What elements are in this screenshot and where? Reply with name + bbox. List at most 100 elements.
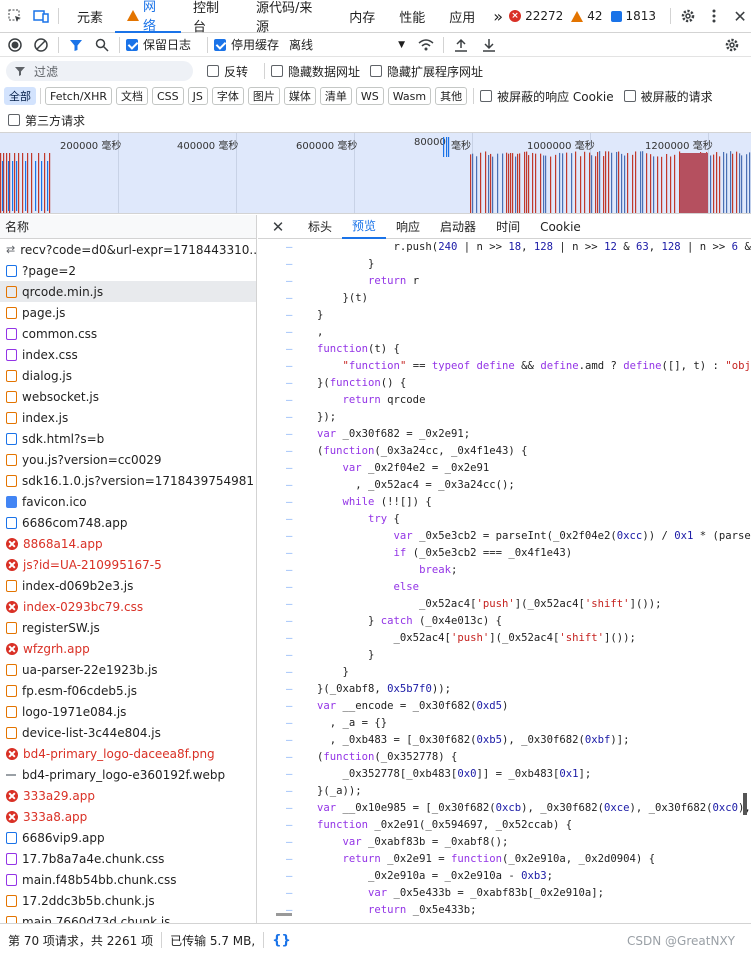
request-row[interactable]: index.js	[0, 407, 256, 428]
clear-icon[interactable]	[30, 34, 52, 56]
filter-icon[interactable]	[65, 34, 87, 56]
request-row[interactable]: ⇄ recv?code=d0&url-expr=1718443310...	[0, 239, 256, 260]
request-row[interactable]: 333a29.app	[0, 785, 256, 806]
tab-performance[interactable]: 性能	[387, 0, 437, 33]
request-row[interactable]: index-0293bc79.css	[0, 596, 256, 617]
request-row[interactable]: websocket.js	[0, 386, 256, 407]
request-row[interactable]: main.7660d73d.chunk.js	[0, 911, 256, 923]
response-preview-code[interactable]: – r.push(240 | n >> 18, 128 | n >> 12 & …	[258, 239, 751, 923]
tab-timing[interactable]: 时间	[486, 215, 530, 239]
download-icon[interactable]	[478, 34, 500, 56]
request-row[interactable]: 333a8.app	[0, 806, 256, 827]
name-column-header[interactable]: 名称	[0, 215, 256, 239]
horizontal-scrollbar-thumb[interactable]	[276, 913, 292, 916]
request-row[interactable]: device-list-3c44e804.js	[0, 722, 256, 743]
gear-icon[interactable]	[677, 5, 699, 27]
request-row[interactable]: js?id=UA-210995167-5	[0, 554, 256, 575]
request-row[interactable]: wfzgrh.app	[0, 638, 256, 659]
request-row[interactable]: 17.7b8a7a4e.chunk.css	[0, 848, 256, 869]
request-row[interactable]: logo-1971e084.js	[0, 701, 256, 722]
request-row[interactable]: dialog.js	[0, 365, 256, 386]
network-settings-gear-icon[interactable]	[721, 34, 743, 56]
invert-checkbox[interactable]	[207, 65, 219, 77]
issue-counters[interactable]: × 22272 42 1813	[509, 9, 664, 23]
type-manifest[interactable]: 清单	[319, 87, 352, 105]
request-row[interactable]: fp.esm-f06cdeb5.js	[0, 680, 256, 701]
request-row[interactable]: sdk16.1.0.js?version=1718439754981	[0, 470, 256, 491]
network-overview[interactable]: 200000 毫秒 400000 毫秒 600000 毫秒 80000 毫秒 1…	[0, 132, 751, 214]
request-row[interactable]: 17.2ddc3b5b.chunk.js	[0, 890, 256, 911]
request-row[interactable]: qrcode.min.js	[0, 281, 256, 302]
request-row[interactable]: sdk.html?s=b	[0, 428, 256, 449]
tab-headers[interactable]: 标头	[298, 215, 342, 239]
disable-cache-checkbox[interactable]	[214, 38, 227, 51]
request-row[interactable]: page.js	[0, 302, 256, 323]
type-media[interactable]: 媒体	[283, 87, 316, 105]
third-party-checkbox[interactable]	[8, 114, 20, 126]
upload-icon[interactable]	[450, 34, 472, 56]
tab-application[interactable]: 应用	[437, 0, 487, 33]
overview-bar	[47, 161, 49, 211]
hide-data-urls-checkbox[interactable]	[271, 65, 284, 77]
code-line: – return r	[258, 273, 751, 290]
record-icon[interactable]	[4, 34, 26, 56]
more-options-icon[interactable]	[703, 5, 725, 27]
vertical-scrollbar-thumb[interactable]	[743, 793, 747, 815]
request-row[interactable]: favicon.ico	[0, 491, 256, 512]
tab-network[interactable]: 网络	[114, 0, 181, 34]
type-fetch-xhr[interactable]: Fetch/XHR	[45, 87, 112, 105]
close-detail-icon[interactable]: ✕	[258, 218, 298, 236]
doc-file-icon	[6, 264, 17, 277]
network-conditions-icon[interactable]	[415, 34, 437, 56]
overview-bar	[12, 161, 14, 211]
hide-ext-urls-checkbox[interactable]	[370, 65, 383, 77]
type-doc[interactable]: 文档	[115, 87, 148, 105]
search-icon[interactable]	[91, 34, 113, 56]
tab-preview[interactable]: 预览	[342, 215, 387, 239]
type-js[interactable]: JS	[187, 87, 208, 105]
tab-initiator[interactable]: 启动器	[430, 215, 486, 239]
type-font[interactable]: 字体	[211, 87, 244, 105]
request-row[interactable]: 8868a14.app	[0, 533, 256, 554]
request-name: js?id=UA-210995167-5	[23, 557, 162, 572]
inspect-element-icon[interactable]	[4, 5, 26, 27]
type-css[interactable]: CSS	[151, 87, 184, 105]
tab-elements[interactable]: 元素	[65, 0, 115, 33]
overview-bar	[584, 151, 586, 213]
request-row[interactable]: index-d069b2e3.js	[0, 575, 256, 596]
device-toolbar-icon[interactable]	[30, 5, 52, 27]
tab-memory[interactable]: 内存	[337, 0, 387, 33]
tab-cookies[interactable]: Cookie	[530, 215, 591, 239]
tab-console[interactable]: 控制台	[181, 0, 244, 35]
request-row[interactable]: 6686vip9.app	[0, 827, 256, 848]
request-row[interactable]: common.css	[0, 323, 256, 344]
blocked-requests-checkbox[interactable]	[623, 90, 636, 102]
request-row[interactable]: you.js?version=cc0029	[0, 449, 256, 470]
request-row[interactable]: ?page=2	[0, 260, 256, 281]
filter-input[interactable]: 过滤	[6, 61, 193, 81]
type-wasm[interactable]: Wasm	[387, 87, 432, 105]
type-ws[interactable]: WS	[355, 87, 384, 105]
blocked-cookies-checkbox[interactable]	[480, 90, 493, 102]
request-row[interactable]: bd4-primary_logo-e360192f.webp	[0, 764, 256, 785]
overview-bar	[448, 137, 450, 157]
request-row[interactable]: index.css	[0, 344, 256, 365]
request-row[interactable]: registerSW.js	[0, 617, 256, 638]
type-img[interactable]: 图片	[247, 87, 280, 105]
type-other[interactable]: 其他	[435, 87, 468, 105]
preserve-log-checkbox[interactable]	[126, 38, 138, 51]
more-tabs-button[interactable]: »	[487, 0, 509, 33]
code-gutter-marker: –	[286, 768, 293, 780]
code-gutter-marker: –	[286, 700, 293, 712]
tab-sources[interactable]: 源代码/来源	[244, 0, 337, 35]
close-icon[interactable]: ✕	[729, 5, 751, 27]
request-row[interactable]: 6686com748.app	[0, 512, 256, 533]
throttle-select[interactable]: 离线 ▼	[289, 36, 405, 53]
pretty-print-icon[interactable]: {}	[272, 933, 291, 948]
request-row[interactable]: main.f48b54bb.chunk.css	[0, 869, 256, 890]
type-all[interactable]: 全部	[4, 87, 36, 105]
request-row[interactable]: bd4-primary_logo-daceea8f.png	[0, 743, 256, 764]
tab-response[interactable]: 响应	[386, 215, 430, 239]
invert-label: 反转	[224, 64, 249, 79]
request-row[interactable]: ua-parser-22e1923b.js	[0, 659, 256, 680]
